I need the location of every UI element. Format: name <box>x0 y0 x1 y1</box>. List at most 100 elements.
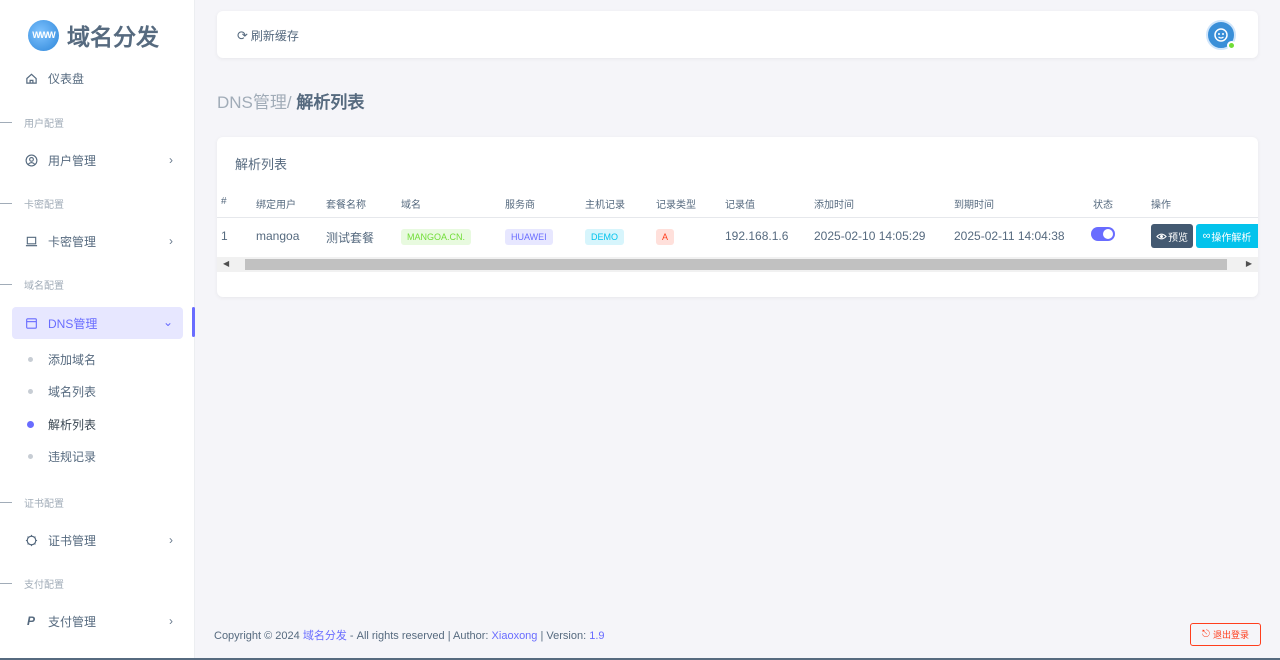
sub-item-violations[interactable]: 违规记录 <box>28 448 96 465</box>
status-toggle[interactable] <box>1091 227 1115 241</box>
eye-icon <box>1156 233 1167 239</box>
sidebar-item-label: 用户管理 <box>48 153 97 168</box>
footer-version: 1.9 <box>589 630 605 642</box>
bullet-icon <box>28 357 33 362</box>
header-divider <box>217 217 1258 218</box>
breadcrumb: DNS管理/ 解析列表 <box>217 88 364 113</box>
chevron-down-icon: ⌄ <box>162 315 173 329</box>
breadcrumb-parent[interactable]: DNS管理/ <box>217 93 292 112</box>
provider-badge: HUAWEI <box>505 229 553 245</box>
bullet-icon <box>28 389 33 394</box>
chevron-right-icon: › <box>169 614 173 628</box>
sidebar-item-dashboard[interactable]: 仪表盘 <box>12 62 183 94</box>
preview-button[interactable]: 预览 <box>1151 224 1193 248</box>
online-status-dot <box>1227 41 1236 50</box>
col-header-status: 状态 <box>1093 200 1113 211</box>
avatar-face-icon <box>1214 28 1228 42</box>
active-indicator <box>192 307 195 337</box>
home-icon <box>24 71 38 85</box>
domain-badge: MANGOA.CN. <box>401 229 472 245</box>
laptop-icon <box>24 234 38 248</box>
user-circle-icon <box>24 153 38 167</box>
sub-item-label: 添加域名 <box>48 353 97 367</box>
col-header-added: 添加时间 <box>814 200 854 211</box>
sidebar-item-users[interactable]: 用户管理 › <box>12 144 183 176</box>
section-label: 证书配置 <box>24 498 64 510</box>
sidebar-item-label: 卡密管理 <box>48 234 97 249</box>
col-header-index: # <box>221 196 227 207</box>
section-label: 用户配置 <box>24 118 64 130</box>
sidebar-item-label: 仪表盘 <box>48 71 85 86</box>
sidebar-item-label: DNS管理 <box>48 316 98 331</box>
refresh-icon: ⟳ <box>237 27 248 43</box>
footer-version-label: | Version: <box>540 630 587 642</box>
record-type-badge: A <box>656 229 675 245</box>
paypal-icon: P <box>26 614 35 628</box>
chevron-right-icon: › <box>169 234 173 248</box>
footer-author-link[interactable]: Xiaoxong <box>492 630 538 642</box>
logout-label: 退出登录 <box>1212 630 1249 640</box>
preview-label: 预览 <box>1168 232 1188 244</box>
sidebar-item-pay[interactable]: P 支付管理 › <box>12 605 183 637</box>
cell-package: 测试套餐 <box>326 231 375 245</box>
section-cert-config: 证书配置 <box>0 495 195 510</box>
footer-copyright: Copyright © 2024 <box>214 630 300 642</box>
sidebar-item-dns[interactable]: DNS管理 ⌄ <box>12 307 183 339</box>
horizontal-scrollbar[interactable]: ◀ ▶ <box>217 257 1258 272</box>
section-label: 卡密配置 <box>24 199 64 211</box>
sub-item-domain-list[interactable]: 域名列表 <box>28 383 96 400</box>
chevron-right-icon: › <box>169 153 173 167</box>
scroll-right-icon[interactable]: ▶ <box>1246 259 1252 268</box>
refresh-label: 刷新缓存 <box>250 29 299 43</box>
section-card-config: 卡密配置 <box>0 196 195 211</box>
breadcrumb-current: 解析列表 <box>296 93 365 112</box>
col-header-actions: 操作 <box>1151 200 1171 211</box>
cell-user: mangoa <box>256 229 300 243</box>
sub-item-add-domain[interactable]: 添加域名 <box>28 351 96 368</box>
col-header-domain: 域名 <box>401 200 421 211</box>
cell-value: 192.168.1.6 <box>725 229 789 243</box>
host-badge: DEMO <box>585 229 624 245</box>
col-header-value: 记录值 <box>725 200 755 211</box>
card-title: 解析列表 <box>235 157 288 172</box>
sidebar: WWW 域名分发 仪表盘 用户配置 用户管理 › 卡密配置 卡密管理 › 域名配… <box>0 0 195 660</box>
cell-index: 1 <box>221 229 228 243</box>
scrollbar-thumb[interactable] <box>245 259 1227 270</box>
infinity-icon: ∞ <box>1202 230 1211 242</box>
col-header-package: 套餐名称 <box>326 200 366 211</box>
section-pay-config: 支付配置 <box>0 576 195 591</box>
footer: Copyright © 2024 域名分发 - All rights reser… <box>214 627 605 643</box>
top-navbar: ⟳ 刷新缓存 <box>217 11 1258 58</box>
cell-expires: 2025-02-11 14:04:38 <box>954 229 1065 243</box>
resolve-list-card: 解析列表 # 绑定用户 套餐名称 域名 服务商 主机记录 记录类型 记录值 添加… <box>217 137 1258 297</box>
col-header-provider: 服务商 <box>505 200 535 211</box>
sub-item-resolve-list[interactable]: 解析列表 <box>27 416 97 433</box>
user-avatar[interactable] <box>1206 20 1236 50</box>
section-label: 支付配置 <box>24 579 64 591</box>
logout-button[interactable]: ⎋ 退出登录 <box>1190 623 1261 646</box>
sidebar-item-label: 证书管理 <box>48 533 97 548</box>
sidebar-item-cards[interactable]: 卡密管理 › <box>12 225 183 257</box>
cell-added: 2025-02-10 14:05:29 <box>814 229 926 243</box>
brand[interactable]: WWW 域名分发 <box>28 18 159 52</box>
window-icon <box>24 316 38 330</box>
footer-site-link[interactable]: 域名分发 <box>303 630 347 642</box>
section-domain-config: 域名配置 <box>0 277 195 292</box>
sub-item-label: 域名列表 <box>48 385 97 399</box>
sub-item-label: 解析列表 <box>48 418 97 432</box>
brand-logo-icon: WWW <box>28 19 59 51</box>
logout-icon: ⎋ <box>1202 629 1210 640</box>
sidebar-item-certs[interactable]: 证书管理 › <box>12 524 183 556</box>
bullet-icon <box>28 454 33 459</box>
bullet-icon <box>27 421 34 428</box>
sub-item-label: 违规记录 <box>48 450 97 464</box>
refresh-cache-button[interactable]: ⟳ 刷新缓存 <box>237 27 299 44</box>
gear-icon <box>24 533 38 547</box>
col-header-user: 绑定用户 <box>256 200 296 211</box>
col-header-type: 记录类型 <box>656 200 696 211</box>
footer-rights: - All rights reserved | Author: <box>349 630 489 642</box>
col-header-host: 主机记录 <box>585 200 625 211</box>
operate-label: 操作解析 <box>1211 232 1252 244</box>
operate-resolve-button[interactable]: ∞ 操作解析 <box>1196 224 1258 248</box>
scroll-left-icon[interactable]: ◀ <box>223 259 229 268</box>
